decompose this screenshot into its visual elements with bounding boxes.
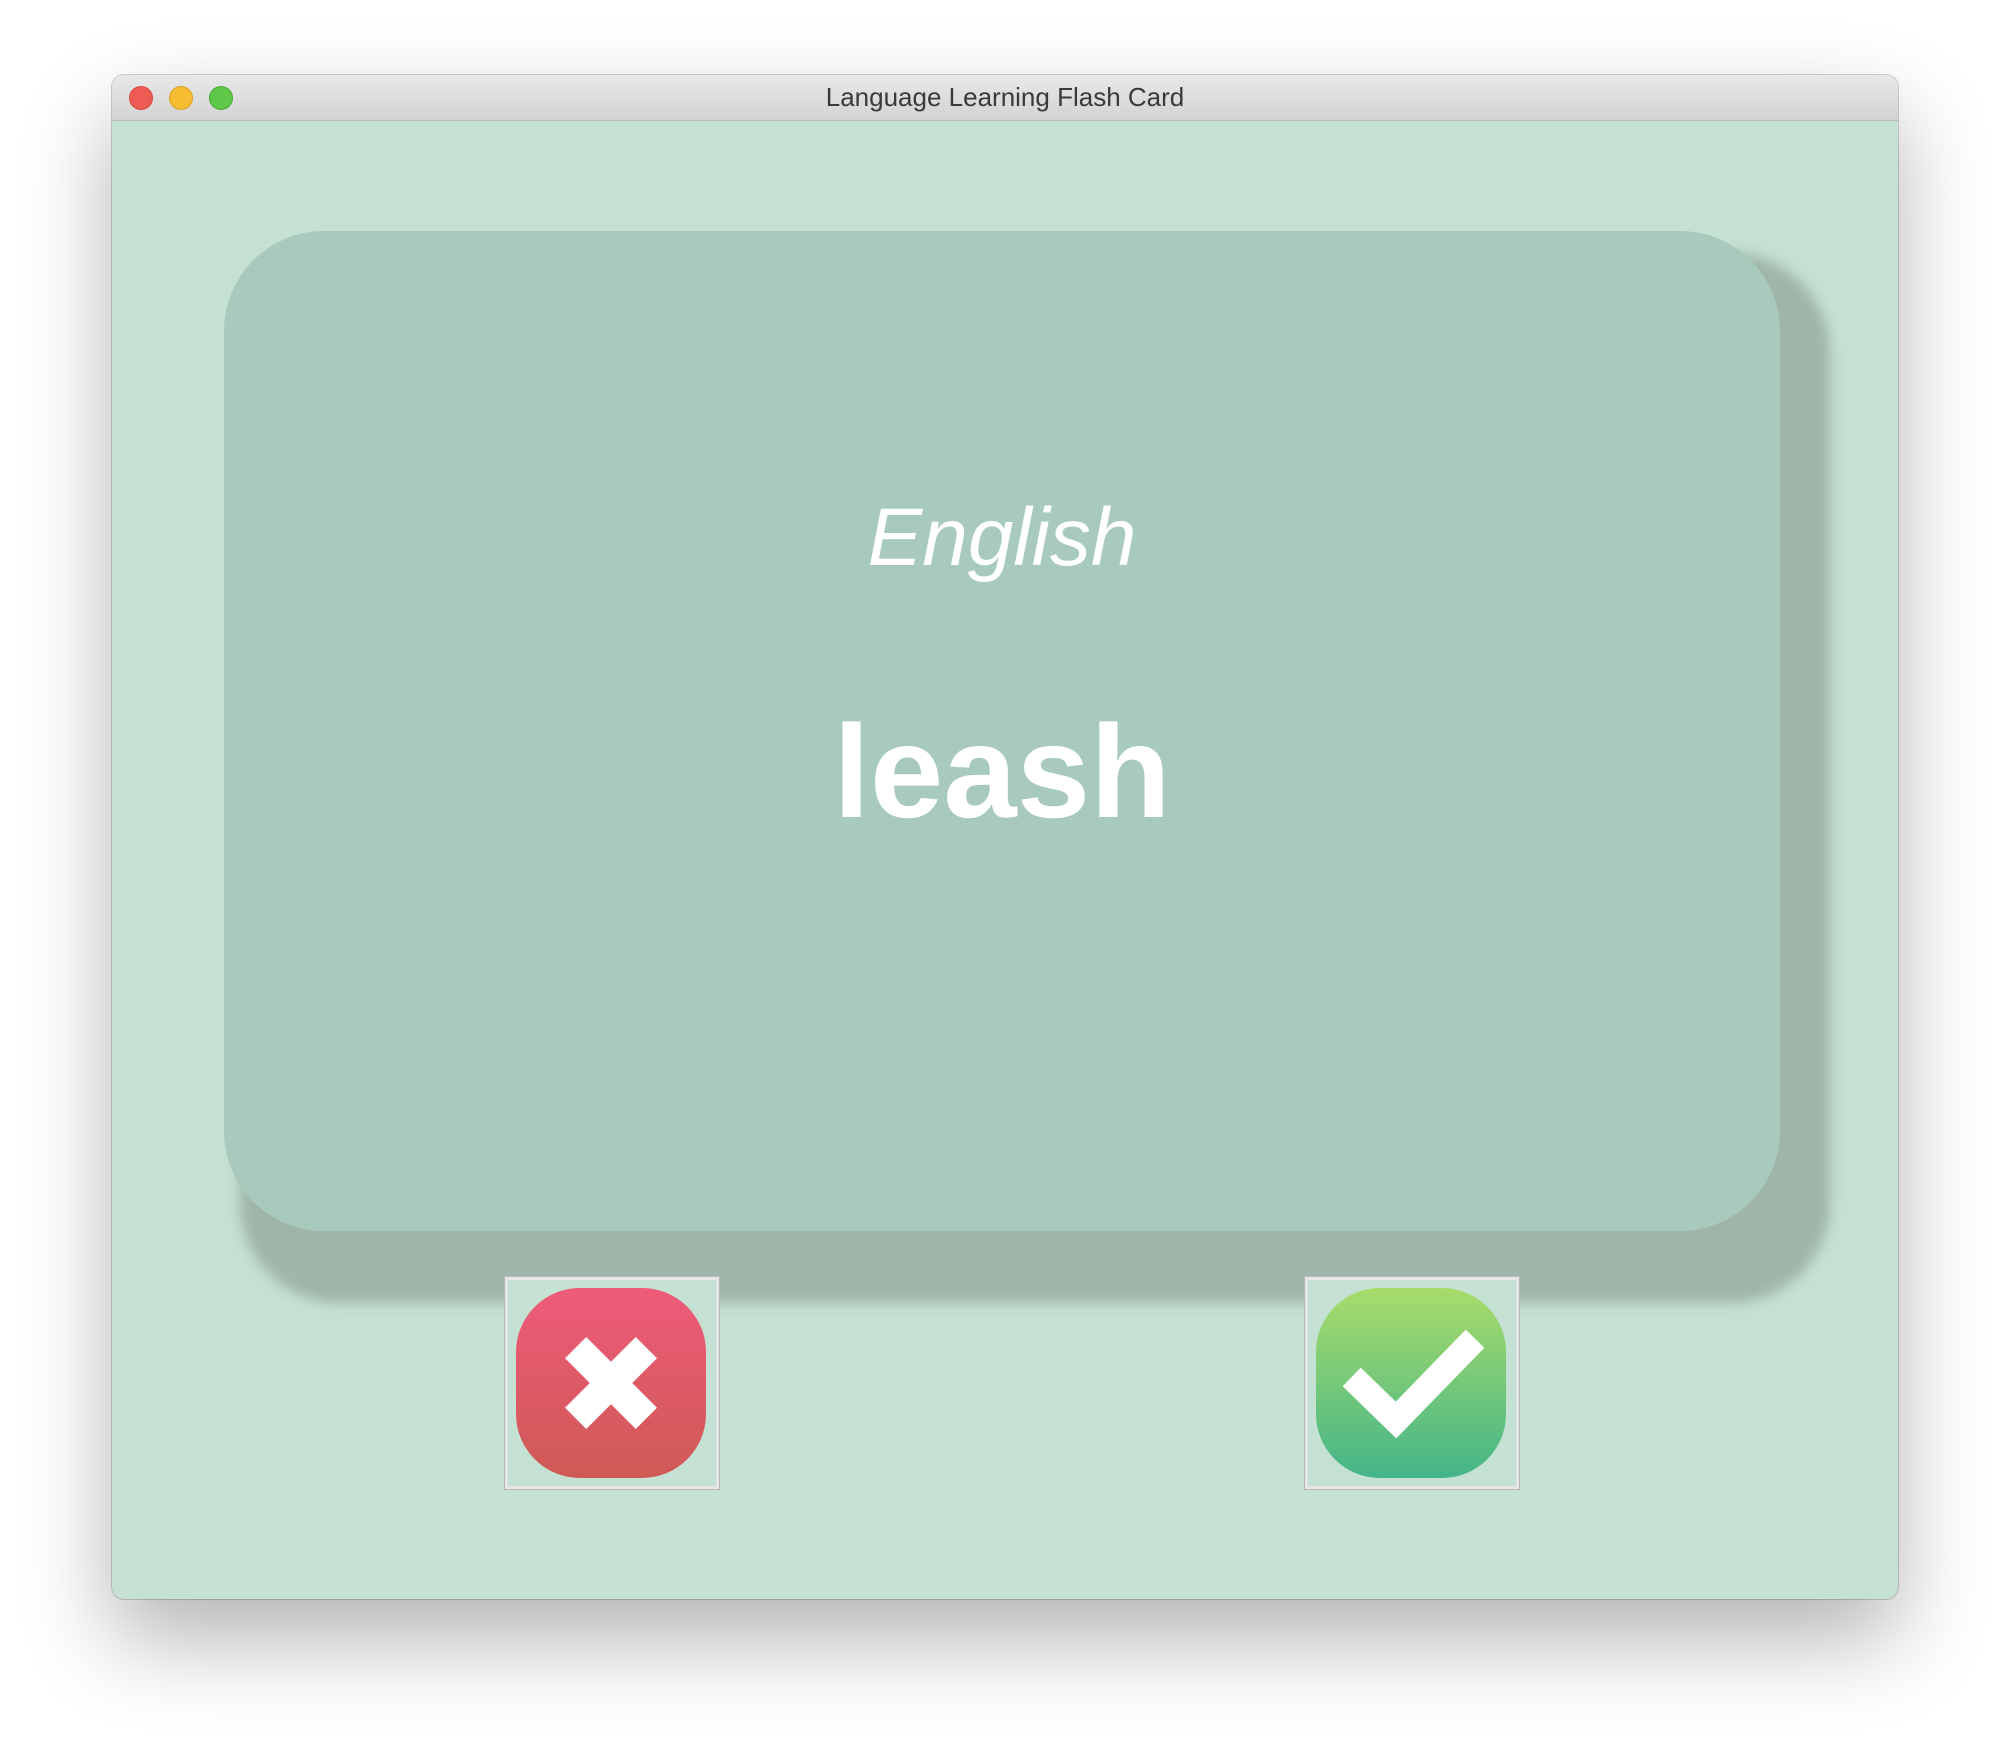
window-content: English leash xyxy=(112,121,1898,1599)
x-icon xyxy=(516,1288,706,1478)
right-button[interactable] xyxy=(1304,1276,1520,1490)
title-bar[interactable]: Language Learning Flash Card xyxy=(112,75,1898,121)
card-language-label: English xyxy=(867,492,1137,583)
wrong-button[interactable] xyxy=(504,1276,720,1490)
window-title: Language Learning Flash Card xyxy=(825,82,1185,112)
card-word: leash xyxy=(833,698,1171,845)
checkmark-icon xyxy=(1316,1288,1506,1478)
flash-card: English leash xyxy=(224,231,1780,1231)
app-window: Language Learning Flash Card English lea… xyxy=(112,75,1898,1599)
